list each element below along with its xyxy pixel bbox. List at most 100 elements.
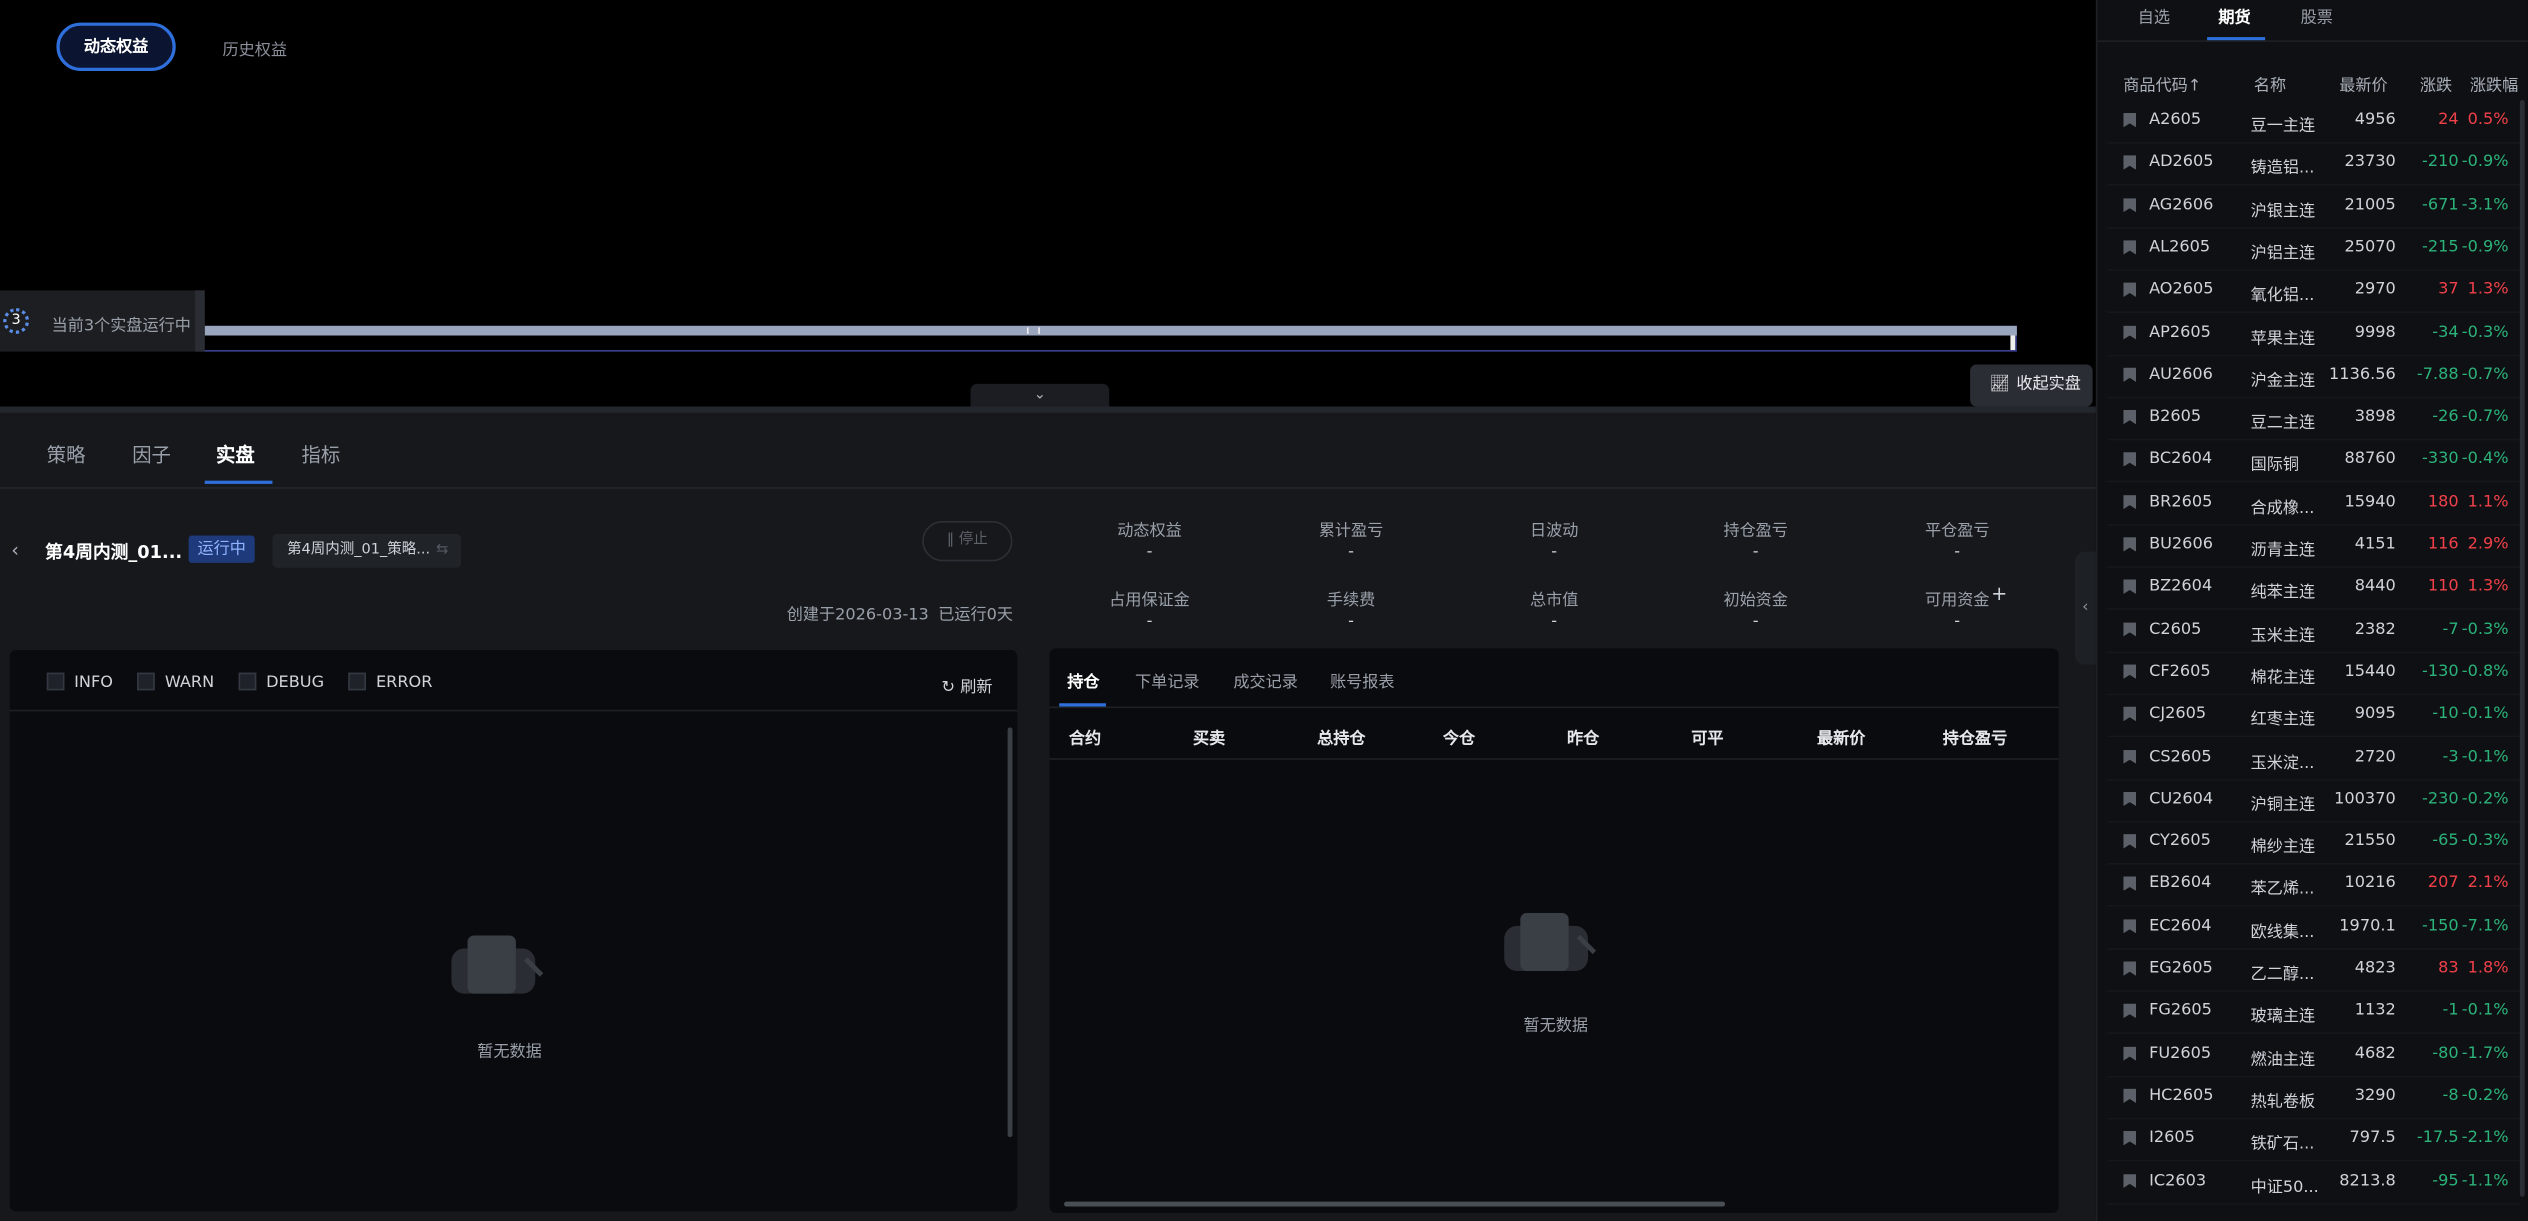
market-row[interactable]: C2605 玉米主连 2382 -7 -0.3%: [2107, 609, 2520, 653]
market-change: -65: [2432, 832, 2459, 851]
market-change: -330: [2422, 450, 2459, 469]
market-row[interactable]: FU2605 燃油主连 4682 -80 -1.7%: [2107, 1033, 2520, 1077]
market-scrollbar[interactable]: [2519, 100, 2525, 1197]
bookmark-icon[interactable]: [2123, 537, 2137, 552]
bookmark-icon[interactable]: [2123, 282, 2137, 298]
running-instances-badge[interactable]: 3 当前3个实盘运行中: [0, 290, 205, 352]
market-row[interactable]: B2605 豆二主连 3898 -26 -0.7%: [2107, 397, 2520, 441]
market-collapse-handle[interactable]: ‹: [2074, 551, 2096, 665]
col-code[interactable]: 商品代码↑: [2123, 71, 2201, 95]
bookmark-icon[interactable]: [2123, 1046, 2137, 1061]
bookmark-icon[interactable]: [2123, 749, 2137, 764]
col-name[interactable]: 名称: [2254, 71, 2286, 95]
market-row[interactable]: EB2604 苯乙烯... 10216 207 2.1%: [2107, 864, 2520, 908]
positions-hscrollbar[interactable]: [1064, 1201, 1726, 1207]
bookmark-icon[interactable]: [2123, 197, 2137, 213]
market-tab-stocks[interactable]: 股票: [2301, 3, 2333, 28]
bookmark-icon[interactable]: [2123, 791, 2137, 807]
market-tab-futures[interactable]: 期货: [2218, 3, 2250, 28]
bookmark-icon[interactable]: [2123, 876, 2137, 892]
bookmark-icon[interactable]: [2123, 494, 2137, 510]
market-name: 沪金主连: [2250, 372, 2316, 391]
market-code: AU2606: [2149, 365, 2213, 384]
market-row[interactable]: IC2603 中证50... 8213.8 -95 -1.1%: [2107, 1161, 2520, 1205]
market-row[interactable]: AG2606 沪银主连 21005 -671 -3.1%: [2107, 185, 2520, 229]
bookmark-icon[interactable]: [2123, 409, 2137, 425]
market-row[interactable]: HC2605 热轧卷板 3290 -8 -0.2%: [2107, 1076, 2520, 1120]
filter-debug[interactable]: DEBUG: [238, 672, 324, 691]
market-row[interactable]: FG2605 玻璃主连 1132 -1 -0.1%: [2107, 991, 2520, 1035]
market-row[interactable]: CS2605 玉米淀... 2720 -3 -0.1%: [2107, 736, 2520, 780]
bookmark-icon[interactable]: [2123, 664, 2137, 679]
col-change[interactable]: 涨跌: [2420, 71, 2452, 95]
log-scrollbar[interactable]: [1007, 727, 1013, 1138]
expand-chart-button[interactable]: ⌄: [970, 383, 1110, 407]
strategy-select[interactable]: 第4周内测_01_策略... ⇆: [272, 533, 462, 568]
chart-range-handle[interactable]: [201, 325, 2017, 336]
market-row[interactable]: BC2604 国际铜 88760 -330 -0.4%: [2107, 439, 2520, 483]
market-row[interactable]: I2605 铁矿石... 797.5 -17.5 -2.1%: [2107, 1118, 2520, 1162]
tab-history-equity[interactable]: 历史权益: [222, 35, 286, 60]
col-change-pct[interactable]: 涨跌幅: [2470, 71, 2518, 95]
tab-account-report[interactable]: 账号报表: [1330, 668, 1394, 692]
stat-label: 平仓盈亏: [1924, 522, 1990, 541]
bookmark-icon[interactable]: [2123, 1003, 2137, 1019]
collapse-live-button[interactable]: 📈︎ 收起实盘: [1970, 364, 2093, 407]
tab-dynamic-equity[interactable]: 动态权益: [56, 22, 176, 71]
bookmark-icon[interactable]: [2123, 1173, 2137, 1188]
market-tab-watchlist[interactable]: 自选: [2138, 3, 2170, 28]
range-right-handle[interactable]: [2010, 335, 2016, 351]
market-row[interactable]: AU2606 沪金主连 1136.56 -7.88 -0.7%: [2107, 355, 2520, 399]
market-change-pct: -7.1%: [2461, 917, 2509, 936]
bookmark-icon[interactable]: [2123, 834, 2137, 849]
market-row[interactable]: EC2604 欧线集... 1970.1 -150 -7.1%: [2107, 906, 2520, 950]
market-change: 83: [2438, 959, 2459, 978]
market-row[interactable]: CU2604 沪铜主连 100370 -230 -0.2%: [2107, 779, 2520, 823]
tab-factor[interactable]: 因子: [132, 440, 171, 467]
tab-positions[interactable]: 持仓: [1067, 668, 1099, 692]
tab-indicator[interactable]: 指标: [301, 440, 340, 467]
tab-live[interactable]: 实盘: [216, 440, 255, 467]
bookmark-icon[interactable]: [2123, 452, 2137, 467]
market-price: 23730: [2344, 153, 2396, 172]
market-change: -7: [2442, 620, 2459, 639]
tab-orders[interactable]: 下单记录: [1135, 668, 1199, 692]
back-chevron-icon[interactable]: ‹: [11, 539, 19, 562]
market-row[interactable]: A2605 豆一主连 4956 24 0.5%: [2107, 100, 2520, 144]
market-row[interactable]: EG2605 乙二醇... 4823 83 1.8%: [2107, 948, 2520, 992]
market-row[interactable]: AP2605 苹果主连 9998 -34 -0.3%: [2107, 312, 2520, 356]
market-price: 2970: [2354, 280, 2396, 299]
bookmark-icon[interactable]: [2123, 706, 2137, 722]
col-price[interactable]: 最新价: [2339, 71, 2387, 95]
tab-trades[interactable]: 成交记录: [1233, 668, 1297, 692]
market-row[interactable]: AD2605 铸造铝... 23730 -210 -0.9%: [2107, 142, 2520, 186]
market-row[interactable]: BR2605 合成橡... 15940 180 1.1%: [2107, 482, 2520, 526]
market-row[interactable]: CJ2605 红枣主连 9095 -10 -0.1%: [2107, 694, 2520, 738]
bookmark-icon[interactable]: [2123, 918, 2137, 934]
bookmark-icon[interactable]: [2123, 621, 2137, 637]
market-row[interactable]: BZ2604 纯苯主连 8440 110 1.3%: [2107, 567, 2520, 611]
bookmark-icon[interactable]: [2123, 367, 2137, 382]
market-row[interactable]: AO2605 氧化铝... 2970 37 1.3%: [2107, 270, 2520, 314]
market-row[interactable]: AL2605 沪铝主连 25070 -215 -0.9%: [2107, 227, 2520, 271]
filter-error[interactable]: ERROR: [348, 672, 432, 691]
market-row[interactable]: CY2605 棉纱主连 21550 -65 -0.3%: [2107, 821, 2520, 865]
bookmark-icon[interactable]: [2123, 579, 2137, 595]
add-funds-icon[interactable]: +: [1991, 582, 2007, 605]
bookmark-icon[interactable]: [2123, 240, 2137, 255]
bookmark-icon[interactable]: [2123, 1131, 2137, 1146]
bookmark-icon[interactable]: [2123, 112, 2137, 128]
bookmark-icon[interactable]: [2123, 325, 2137, 340]
bookmark-icon[interactable]: [2123, 155, 2137, 170]
market-name: 红枣主连: [2250, 711, 2316, 730]
market-row[interactable]: CF2605 棉花主连 15440 -130 -0.8%: [2107, 651, 2520, 696]
filter-warn[interactable]: WARN: [137, 672, 214, 691]
market-row[interactable]: BU2606 沥青主连 4151 116 2.9%: [2107, 524, 2520, 568]
refresh-button[interactable]: ↻ 刷新: [942, 673, 993, 697]
stop-button[interactable]: ‖ 停止: [922, 520, 1013, 562]
bookmark-icon[interactable]: [2123, 1088, 2137, 1104]
filter-info[interactable]: INFO: [46, 672, 113, 691]
tab-strategy[interactable]: 策略: [47, 440, 86, 467]
market-price: 10216: [2344, 874, 2396, 893]
bookmark-icon[interactable]: [2123, 961, 2137, 976]
